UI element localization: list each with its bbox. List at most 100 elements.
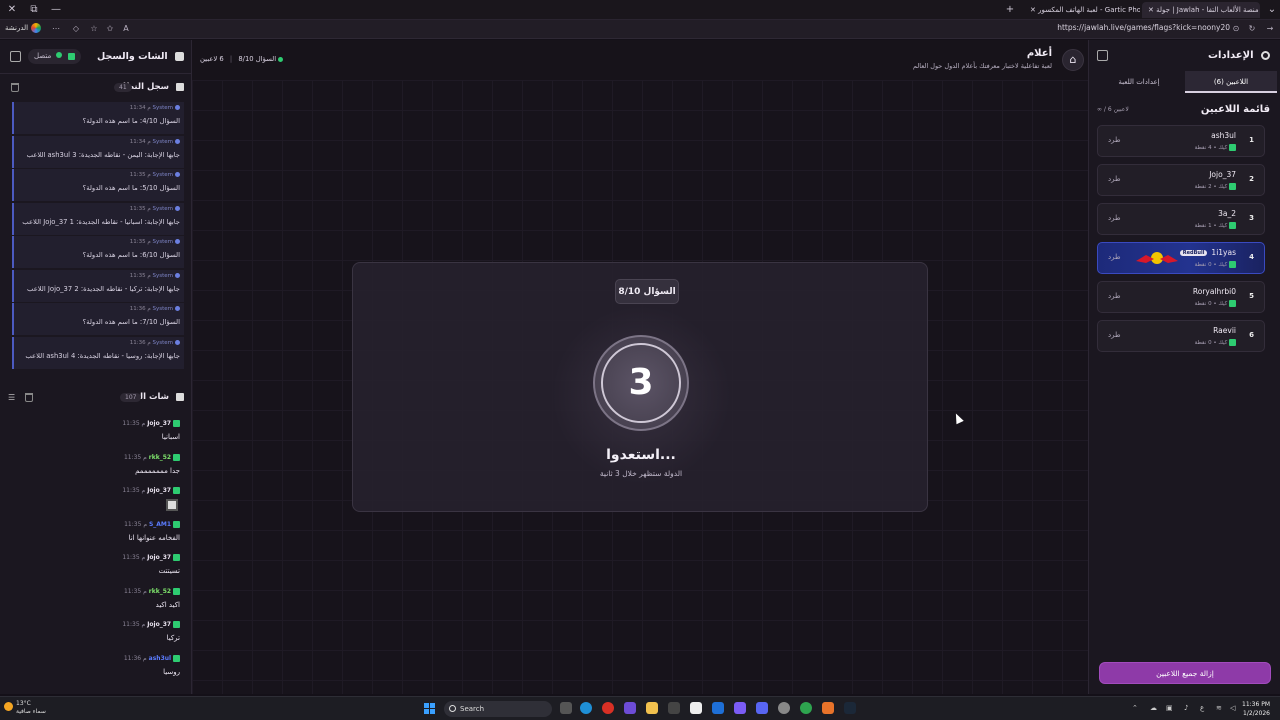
settings-app-icon[interactable]: [668, 702, 680, 714]
chat-username[interactable]: Jojo_37: [147, 420, 171, 427]
system-log-item: 11:35 م System السؤال 6/10: ما اسم هذه ال…: [12, 236, 184, 268]
obs-icon[interactable]: [778, 702, 790, 714]
mail-icon[interactable]: [712, 702, 724, 714]
restore-window-icon[interactable]: ⧉: [26, 2, 42, 18]
task-view-icon[interactable]: [560, 702, 572, 714]
tab-close-icon[interactable]: ✕: [1148, 6, 1154, 14]
kick-player-button[interactable]: طرد: [1108, 175, 1121, 183]
log-sender: System: [152, 239, 173, 245]
kick-player-button[interactable]: طرد: [1108, 253, 1121, 261]
settings-tabs: إعدادات اللعبة اللاعبين (6): [1093, 71, 1277, 93]
vlc-icon[interactable]: [822, 702, 834, 714]
log-sender: System: [152, 138, 173, 145]
system-badge-icon: [175, 138, 180, 144]
kick-player-button[interactable]: طرد: [1108, 292, 1121, 300]
log-meta: 11:35 م System: [126, 205, 180, 212]
collections-icon[interactable]: ✩: [104, 23, 116, 35]
refresh-icon[interactable]: ↻: [1246, 23, 1258, 35]
log-sender: System: [152, 105, 173, 111]
tray-mic-icon[interactable]: ♪: [1184, 704, 1188, 712]
home-icon: ⌂: [1069, 53, 1077, 66]
taskbar-clock[interactable]: 11:36 PM 1/2/2026: [1242, 700, 1270, 718]
kick-logo-icon: [173, 420, 180, 427]
chat-username[interactable]: rkk_52: [149, 454, 171, 461]
collapse-panel-icon[interactable]: [1097, 50, 1108, 61]
trash-icon[interactable]: [11, 83, 19, 92]
kick-player-button[interactable]: طرد: [1108, 136, 1121, 144]
file-explorer-icon[interactable]: [646, 702, 658, 714]
tray-cloud-icon[interactable]: ☁: [1150, 704, 1157, 712]
chrome-icon[interactable]: [800, 702, 812, 714]
more-menu-icon[interactable]: ⋯: [50, 23, 62, 35]
log-sender: System: [152, 172, 173, 178]
input-language[interactable]: ع: [1200, 704, 1204, 712]
profile-button[interactable]: الدرنشة: [5, 23, 42, 33]
close-window-icon[interactable]: ✕: [4, 2, 20, 18]
read-aloud-icon[interactable]: A: [120, 23, 132, 35]
kick-player-button[interactable]: طرد: [1108, 214, 1121, 222]
log-meta: 11:35 م System: [126, 172, 180, 178]
teams-icon[interactable]: [734, 702, 746, 714]
kick-logo-icon: [173, 587, 180, 595]
opera-icon[interactable]: [602, 702, 614, 714]
kick-logo-icon: [173, 554, 180, 561]
chat-text: تسيتتت: [158, 567, 180, 575]
player-rank: 4: [1249, 253, 1254, 261]
tab-gartic[interactable]: ✕ لعبة الهاتف المكسور - Gartic Phone: [1024, 2, 1140, 18]
chat-username[interactable]: S_AM1: [149, 521, 171, 528]
chat-time: 11:35 م: [122, 554, 146, 561]
remove-all-players-button[interactable]: إزالة جميع اللاعبين: [1099, 662, 1271, 684]
chat-message: 11:35 م Jojo_37: [0, 485, 192, 519]
url-field[interactable]: https://jawlah.live/games/flags?kick=noo…: [1057, 23, 1230, 32]
start-button[interactable]: [424, 703, 435, 714]
home-button[interactable]: ⌂: [1062, 49, 1084, 71]
filter-icon[interactable]: ☰: [8, 393, 15, 402]
player-name-text: Roryalhrbi0: [1192, 287, 1236, 296]
tab-jawlah[interactable]: ✕ جولة | Jawlah - منصة الألعاب التفا: [1142, 2, 1260, 18]
ready-heading: استعدوا...: [606, 447, 676, 463]
weather-widget[interactable]: 13°C سماء صافية: [4, 700, 46, 716]
chat-list: 11:35 م Jojo_37 اسبانيا 11:35 م rkk_52 جد…: [0, 418, 192, 688]
player-stats: كيك • 1 نقطة: [1195, 222, 1236, 229]
chat-message: 11:35 م S_AM1 الفخامه عنوانها انا: [0, 519, 192, 553]
new-tab-icon[interactable]: +: [1002, 2, 1018, 18]
tray-volume-icon[interactable]: ◁: [1230, 704, 1235, 712]
discord-icon[interactable]: [756, 702, 768, 714]
kick-logo-icon: [1229, 300, 1236, 307]
chat-username[interactable]: Jojo_37: [147, 621, 171, 628]
back-icon[interactable]: →: [1264, 23, 1276, 35]
store-icon[interactable]: [690, 702, 702, 714]
edge-icon[interactable]: [580, 702, 592, 714]
trash-icon[interactable]: [25, 393, 33, 402]
chat-username[interactable]: Jojo_37: [147, 554, 171, 561]
log-icon: [176, 82, 184, 91]
kick-logo-icon: [173, 520, 180, 528]
gear-icon: [1261, 50, 1270, 60]
player-card: 2 Jojo_37 كيك • 2 نقطة طرد: [1097, 164, 1265, 196]
log-sender: System: [152, 339, 173, 346]
tab-players[interactable]: اللاعبين (6): [1185, 71, 1277, 93]
system-badge-icon: [175, 205, 180, 211]
tab-game-settings[interactable]: إعدادات اللعبة: [1093, 71, 1185, 93]
tray-wifi-icon[interactable]: ≋: [1216, 704, 1222, 712]
favorites-icon[interactable]: ☆: [88, 23, 100, 35]
extensions-icon[interactable]: ◇: [70, 23, 82, 35]
kick-logo-icon: [1229, 144, 1236, 151]
tray-chevron-icon[interactable]: ⌃: [1132, 704, 1138, 712]
minimize-window-icon[interactable]: —: [48, 2, 64, 18]
chat-time: 11:35 م: [124, 520, 148, 528]
chat-username[interactable]: Jojo_37: [147, 487, 171, 494]
kick-player-button[interactable]: طرد: [1108, 331, 1121, 339]
tray-network-icon[interactable]: ▣: [1166, 704, 1173, 712]
site-info-icon[interactable]: ⊙: [1230, 23, 1242, 35]
steam-icon[interactable]: [844, 702, 856, 714]
tab-close-icon[interactable]: ✕: [1030, 6, 1036, 14]
taskbar-search[interactable]: Search: [444, 701, 552, 717]
browser-tabbar: ✕ ⧉ — + ✕ لعبة الهاتف المكسور - Gartic P…: [0, 0, 1280, 20]
page-title: أعلام: [1026, 48, 1052, 59]
copilot-icon[interactable]: [624, 702, 636, 714]
tab-list-chevron-icon[interactable]: ⌄: [1264, 2, 1280, 18]
collapse-panel-icon[interactable]: [10, 51, 21, 62]
chat-username[interactable]: ash3ul: [149, 655, 171, 662]
chat-username[interactable]: rkk_52: [149, 588, 171, 595]
